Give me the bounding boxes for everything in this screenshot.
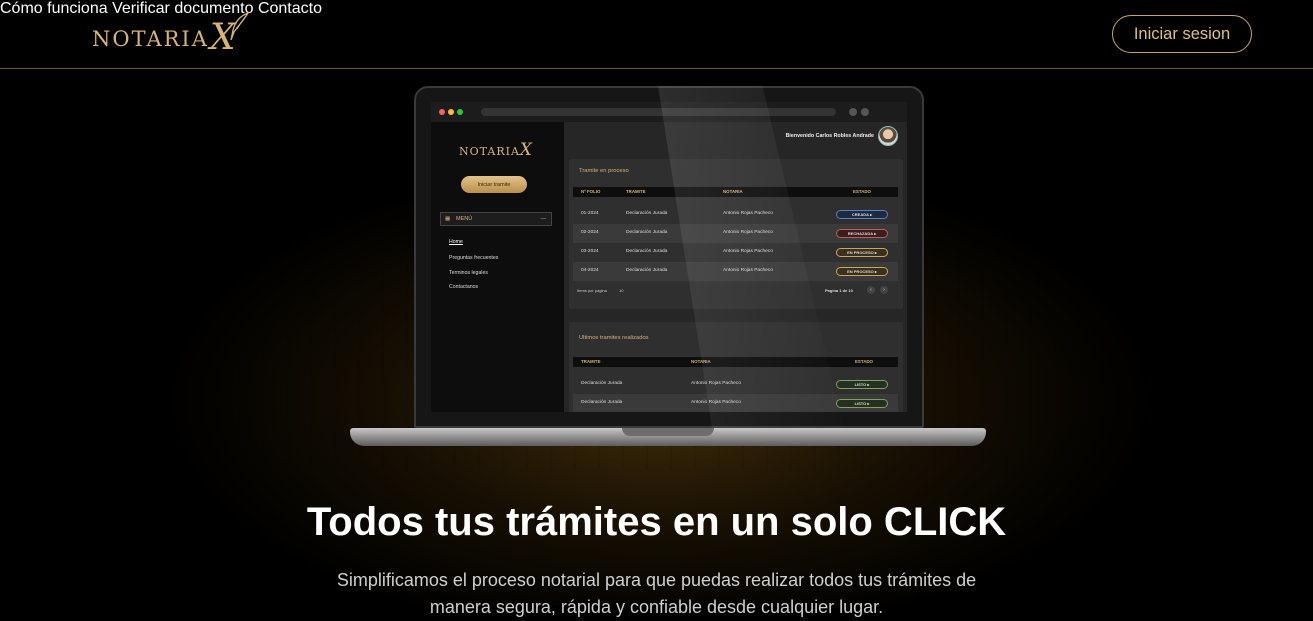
cell-notaria: Antonio Rojas Pacheco: [723, 268, 773, 273]
status-badge[interactable]: CREADA ▸: [836, 210, 888, 219]
start-tramite-button[interactable]: Iniciar tramite: [461, 176, 527, 193]
col-tramite: TRAMITE: [581, 359, 601, 364]
laptop-notch: [622, 428, 714, 436]
panel-title: Ultimos tramites realizados: [579, 335, 649, 341]
col-folio: Nº FOLIO: [581, 189, 601, 194]
sidebar-item-contact[interactable]: Contactanos: [449, 284, 478, 290]
close-dot-icon: [439, 109, 445, 115]
table-row[interactable]: 03-2024 Declaración Jurada Antonio Rojas…: [573, 243, 898, 262]
status-badge[interactable]: LISTO ▸: [836, 399, 888, 408]
cell-tramite: Declaración Jurada: [626, 211, 668, 216]
cell-tramite: Declaración Jurada: [626, 249, 668, 254]
col-notaria: NOTARIA: [691, 359, 711, 364]
menu-label: MENÚ: [456, 216, 473, 222]
col-tramite: TRAMITE: [626, 189, 646, 194]
table-header: Nº FOLIO TRAMITE NOTARIA ESTADO: [573, 187, 898, 197]
maximize-dot-icon: [457, 109, 463, 115]
app-logo: NOTARIAX: [459, 140, 534, 160]
browser-button-icon: [849, 108, 857, 116]
pagination-text: Pagina 1 de 10: [825, 288, 853, 293]
rows-per-page-label: Items por pagina: [577, 288, 607, 293]
cell-notaria: Antonio Rojas Pacheco: [723, 211, 773, 216]
next-page-icon[interactable]: ›: [880, 286, 888, 294]
cell-tramite: Declaración Jurada: [581, 400, 623, 405]
sidebar-item-faq[interactable]: Preguntas frecuentes: [449, 255, 498, 261]
cell-notaria: Antonio Rojas Pacheco: [723, 230, 773, 235]
browser-button-icon: [861, 108, 869, 116]
app-main: Bienvenido Carlos Robles Andrade Tramite…: [564, 122, 907, 412]
collapse-icon: —: [540, 216, 547, 222]
cell-notaria: Antonio Rojas Pacheco: [691, 400, 741, 405]
table-row[interactable]: 04-2024 Declaración Jurada Antonio Rojas…: [573, 262, 898, 281]
menu-header[interactable]: ▦ MENÚ —: [440, 212, 552, 226]
browser-bar: [431, 102, 907, 122]
hero-title: Todos tus trámites en un solo CLICK: [306, 500, 1007, 544]
prev-page-icon[interactable]: ‹: [867, 286, 875, 294]
top-navbar: NOTARIA X Cómo funciona Verificar docume…: [0, 0, 1313, 69]
col-estado: ESTADO: [853, 189, 871, 194]
cell-folio: 01-2024: [581, 211, 599, 216]
status-badge[interactable]: RECHAZADA ▸: [836, 229, 888, 238]
nav-contacto[interactable]: Contacto: [258, 0, 322, 17]
table-row[interactable]: Declaración Jurada Antonio Rojas Pacheco…: [573, 394, 898, 412]
cell-notaria: Antonio Rojas Pacheco: [691, 381, 741, 386]
panel-title: Tramite en proceso: [579, 168, 629, 174]
cell-tramite: Declaración Jurada: [581, 381, 623, 386]
login-button[interactable]: Iniciar sesion: [1112, 15, 1252, 53]
cell-folio: 02-2024: [581, 230, 599, 235]
welcome-text: Bienvenido Carlos Robles Andrade: [785, 133, 874, 139]
status-badge[interactable]: EN PROCESO ▸: [836, 267, 888, 276]
quill-icon: [229, 12, 249, 41]
laptop-screen: NOTARIAX Iniciar tramite ▦ MENÚ — Home P…: [431, 102, 907, 412]
col-notaria: NOTARIA: [723, 189, 743, 194]
hero-subtitle: Simplificamos el proceso notarial para q…: [336, 570, 977, 617]
app-sidebar: NOTARIAX Iniciar tramite ▦ MENÚ — Home P…: [431, 122, 564, 412]
logo-text: NOTARIA: [92, 27, 209, 51]
table-footer: Items por pagina 10 Pagina 1 de 10 ‹ ›: [573, 284, 898, 298]
avatar[interactable]: [878, 126, 898, 146]
sidebar-item-home[interactable]: Home: [449, 239, 463, 245]
status-badge[interactable]: EN PROCESO ▸: [836, 248, 888, 257]
cell-notaria: Antonio Rojas Pacheco: [723, 249, 773, 254]
completed-panel: Ultimos tramites realizados TRAMITE NOTA…: [569, 322, 903, 412]
cell-tramite: Declaración Jurada: [626, 230, 668, 235]
rows-per-page-select[interactable]: 10: [619, 288, 623, 293]
table-row[interactable]: Declaración Jurada Antonio Rojas Pacheco…: [573, 375, 898, 394]
status-badge[interactable]: LISTO ▸: [836, 380, 888, 389]
table-row[interactable]: 01-2024 Declaración Jurada Antonio Rojas…: [573, 205, 898, 224]
minimize-dot-icon: [448, 109, 454, 115]
cell-tramite: Declaración Jurada: [626, 268, 668, 273]
sidebar-item-terms[interactable]: Terminos legales: [449, 270, 488, 276]
url-bar: [481, 108, 836, 116]
table-row[interactable]: 02-2024 Declaración Jurada Antonio Rojas…: [573, 224, 898, 243]
cell-folio: 03-2024: [581, 249, 599, 254]
cell-folio: 04-2024: [581, 268, 599, 273]
grid-icon: ▦: [445, 216, 451, 222]
col-estado: ESTADO: [855, 359, 873, 364]
brand-logo[interactable]: NOTARIA X: [92, 12, 249, 56]
in-process-panel: Tramite en proceso Nº FOLIO TRAMITE NOTA…: [569, 159, 903, 309]
table-header: TRAMITE NOTARIA ESTADO: [573, 357, 898, 367]
